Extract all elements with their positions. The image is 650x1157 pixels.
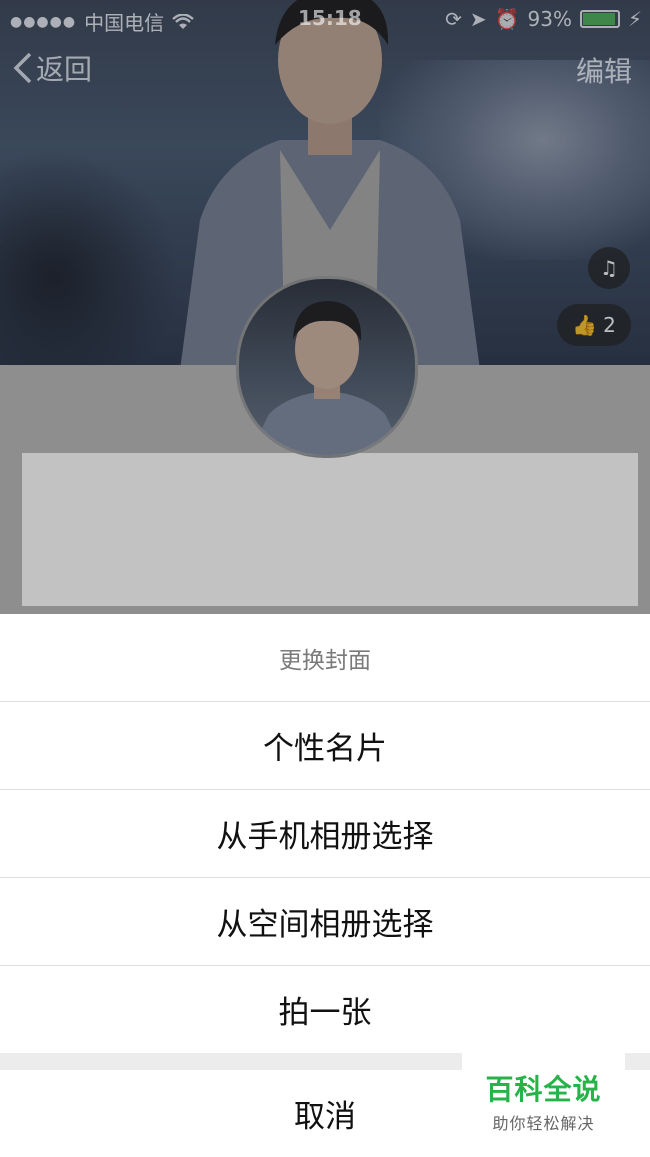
battery-icon	[579, 10, 620, 28]
carrier-label: 中国电信	[84, 11, 165, 35]
music-note-icon: ♫	[600, 256, 618, 280]
edit-button[interactable]: 编辑	[576, 50, 632, 90]
option-personal-card[interactable]: 个性名片	[0, 702, 650, 790]
profile-info-card	[22, 453, 638, 606]
like-count: 2	[603, 313, 616, 337]
option-take-photo[interactable]: 拍一张	[0, 966, 650, 1053]
clock: 15:18	[298, 6, 362, 30]
chevron-left-icon	[13, 52, 32, 84]
location-icon: ➤	[469, 7, 487, 31]
nav-bar: 返回 编辑	[0, 48, 650, 98]
avatar-dim	[239, 279, 415, 455]
option-space-album[interactable]: 从空间相册选择	[0, 878, 650, 966]
rotation-lock-icon: ⟳	[445, 7, 462, 31]
thumbs-up-icon: 👍	[572, 313, 598, 337]
battery-percent: 93%	[527, 7, 572, 31]
watermark-logo: 百科全说 助你轻松解决	[462, 1052, 625, 1133]
sheet-title: 更换封面	[0, 614, 650, 702]
charging-icon: ⚡	[627, 7, 642, 31]
signal-dots: ●●●●●	[10, 13, 77, 30]
music-button[interactable]: ♫	[588, 247, 630, 289]
like-button[interactable]: 👍 2	[557, 304, 631, 346]
wifi-icon	[172, 13, 194, 29]
option-phone-album[interactable]: 从手机相册选择	[0, 790, 650, 878]
back-label: 返回	[36, 53, 93, 86]
alarm-icon: ⏰	[494, 7, 520, 31]
back-button[interactable]: 返回	[12, 48, 92, 88]
watermark-title: 百科全说	[485, 1073, 602, 1106]
watermark-subtitle: 助你轻松解决	[492, 1114, 595, 1133]
avatar[interactable]	[236, 276, 418, 458]
status-bar: ●●●●● 中国电信 15:18 ⟳ ➤ ⏰ 93% ⚡	[0, 0, 650, 36]
